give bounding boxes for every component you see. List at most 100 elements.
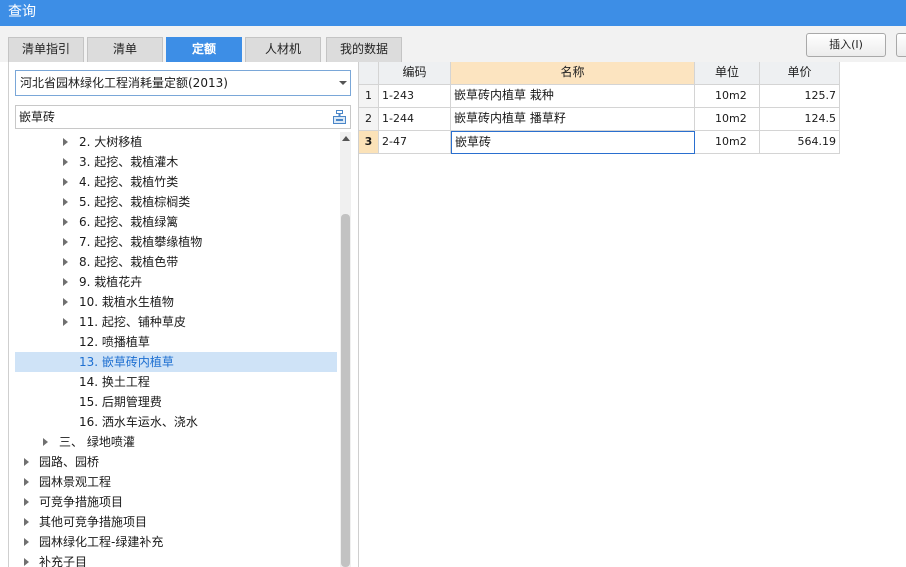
table-cell-price[interactable]: 564.19: [760, 131, 840, 154]
expand-arrow-icon[interactable]: [63, 258, 68, 266]
expand-arrow-icon[interactable]: [43, 438, 48, 446]
tree-item[interactable]: 15. 后期管理费: [15, 392, 337, 412]
expand-arrow-icon[interactable]: [63, 198, 68, 206]
table-cell-price[interactable]: 125.7: [760, 85, 840, 108]
tree-item-label: 其他可竞争措施项目: [39, 515, 148, 529]
tree-item-label: 5. 起挖、栽植棕榈类: [79, 195, 191, 209]
tree-item[interactable]: 园林景观工程: [15, 472, 337, 492]
table-cell-unit[interactable]: 10m2: [695, 108, 760, 131]
quota-tree: 2. 大树移植 3. 起挖、栽植灌木 4. 起挖、栽植竹类 5. 起挖、栽植棕榈…: [15, 132, 339, 567]
tree-item-label: 3. 起挖、栽植灌木: [79, 155, 179, 169]
tree-item-label: 补充子目: [39, 555, 88, 567]
tree-item[interactable]: 4. 起挖、栽植竹类: [15, 172, 337, 192]
more-button[interactable]: [896, 33, 906, 57]
tree-item[interactable]: 11. 起挖、铺种草皮: [15, 312, 337, 332]
table-cell-name[interactable]: 嵌草砖内植草 播草籽: [451, 108, 695, 131]
table-cell-code[interactable]: 2-47: [379, 131, 451, 154]
tree-item[interactable]: 16. 洒水车运水、浇水: [15, 412, 337, 432]
quota-results-panel: 编码 名称 单位 单价 1 1-243 嵌草砖内植草 栽种 10m2 125.7…: [358, 62, 906, 567]
search-value: 嵌草砖: [19, 110, 56, 124]
tree-item-label: 9. 栽植花卉: [79, 275, 143, 289]
tree-item[interactable]: 2. 大树移植: [15, 132, 337, 152]
insert-button[interactable]: 插入(I): [806, 33, 886, 57]
tree-item-label: 11. 起挖、铺种草皮: [79, 315, 186, 329]
expand-arrow-icon[interactable]: [63, 318, 68, 326]
expand-arrow-icon[interactable]: [63, 238, 68, 246]
tree-item[interactable]: 14. 换土工程: [15, 372, 337, 392]
tree-item[interactable]: 5. 起挖、栽植棕榈类: [15, 192, 337, 212]
tree-item[interactable]: 园林绿化工程-绿建补充: [15, 532, 337, 552]
expand-arrow-icon[interactable]: [24, 558, 29, 566]
expand-arrow-icon[interactable]: [63, 298, 68, 306]
column-header-price[interactable]: 单价: [760, 62, 840, 85]
tree-item-label: 2. 大树移植: [79, 135, 143, 149]
tree-item-label: 15. 后期管理费: [79, 395, 162, 409]
table-cell-name[interactable]: 嵌草砖内植草 栽种: [451, 85, 695, 108]
expand-arrow-icon[interactable]: [63, 138, 68, 146]
tree-item-selected[interactable]: 13. 嵌草砖内植草: [15, 352, 337, 372]
tree-item-label: 14. 换土工程: [79, 375, 150, 389]
tree-item[interactable]: 7. 起挖、栽植攀缘植物: [15, 232, 337, 252]
row-number-current[interactable]: 3: [359, 131, 379, 154]
tree-item-label: 12. 喷播植草: [79, 335, 150, 349]
tab-labor-material-machine[interactable]: 人材机: [245, 37, 321, 62]
tree-item-label: 6. 起挖、栽植绿篱: [79, 215, 179, 229]
tab-list-guide[interactable]: 清单指引: [8, 37, 84, 62]
expand-arrow-icon[interactable]: [24, 518, 29, 526]
tree-item-label: 园路、园桥: [39, 455, 100, 469]
row-number[interactable]: 2: [359, 108, 379, 131]
row-number-header: [359, 62, 379, 85]
tab-list[interactable]: 清单: [87, 37, 163, 62]
table-cell-unit[interactable]: 10m2: [695, 85, 760, 108]
tree-item[interactable]: 10. 栽植水生植物: [15, 292, 337, 312]
expand-arrow-icon[interactable]: [24, 538, 29, 546]
quota-library-select[interactable]: 河北省园林绿化工程消耗量定额(2013): [15, 70, 351, 96]
tree-item-label: 16. 洒水车运水、浇水: [79, 415, 198, 429]
column-header-name[interactable]: 名称: [451, 62, 695, 85]
tree-item[interactable]: 6. 起挖、栽植绿篱: [15, 212, 337, 232]
tree-item-label: 园林绿化工程-绿建补充: [39, 535, 164, 549]
tree-item-label: 13. 嵌草砖内植草: [79, 355, 174, 369]
chevron-down-icon[interactable]: [339, 81, 347, 85]
expand-arrow-icon[interactable]: [24, 478, 29, 486]
expand-arrow-icon[interactable]: [24, 458, 29, 466]
tree-item-label: 4. 起挖、栽植竹类: [79, 175, 179, 189]
expand-arrow-icon[interactable]: [63, 178, 68, 186]
tree-item[interactable]: 其他可竞争措施项目: [15, 512, 337, 532]
tree-item-label: 可竞争措施项目: [39, 495, 124, 509]
tree-item[interactable]: 8. 起挖、栽植色带: [15, 252, 337, 272]
search-input[interactable]: 嵌草砖: [15, 105, 351, 129]
column-header-unit[interactable]: 单位: [695, 62, 760, 85]
quota-library-value: 河北省园林绿化工程消耗量定额(2013): [20, 76, 228, 90]
column-header-code[interactable]: 编码: [379, 62, 451, 85]
scroll-up-arrow-icon[interactable]: [342, 136, 350, 141]
table-cell-name-focused[interactable]: 嵌草砖: [451, 131, 695, 154]
row-number[interactable]: 1: [359, 85, 379, 108]
tree-scrollbar[interactable]: [340, 132, 351, 567]
tab-my-data[interactable]: 我的数据: [326, 37, 402, 62]
scrollbar-thumb[interactable]: [341, 214, 350, 567]
expand-arrow-icon[interactable]: [63, 158, 68, 166]
tree-item[interactable]: 园路、园桥: [15, 452, 337, 472]
tree-item[interactable]: 补充子目: [15, 552, 337, 567]
table-cell-code[interactable]: 1-244: [379, 108, 451, 131]
tree-item[interactable]: 三、 绿地喷灌: [15, 432, 337, 452]
table-cell-unit[interactable]: 10m2: [695, 131, 760, 154]
tree-item[interactable]: 9. 栽植花卉: [15, 272, 337, 292]
tree-item[interactable]: 3. 起挖、栽植灌木: [15, 152, 337, 172]
tab-quota[interactable]: 定额: [166, 37, 242, 62]
filter-icon[interactable]: [333, 110, 346, 124]
expand-arrow-icon[interactable]: [63, 278, 68, 286]
table-cell-price[interactable]: 124.5: [760, 108, 840, 131]
tree-item-label: 8. 起挖、栽植色带: [79, 255, 179, 269]
tree-item-label: 三、 绿地喷灌: [59, 435, 135, 449]
expand-arrow-icon[interactable]: [63, 218, 68, 226]
tree-item-label: 10. 栽植水生植物: [79, 295, 174, 309]
tree-item-label: 园林景观工程: [39, 475, 112, 489]
tree-item[interactable]: 可竞争措施项目: [15, 492, 337, 512]
quota-tree-panel: 河北省园林绿化工程消耗量定额(2013) 嵌草砖 2. 大树移植 3. 起挖、栽…: [8, 62, 358, 567]
tree-item[interactable]: 12. 喷播植草: [15, 332, 337, 352]
table-cell-code[interactable]: 1-243: [379, 85, 451, 108]
expand-arrow-icon[interactable]: [24, 498, 29, 506]
tab-bar: 清单指引 清单 定额 人材机 我的数据 插入(I): [0, 26, 906, 62]
